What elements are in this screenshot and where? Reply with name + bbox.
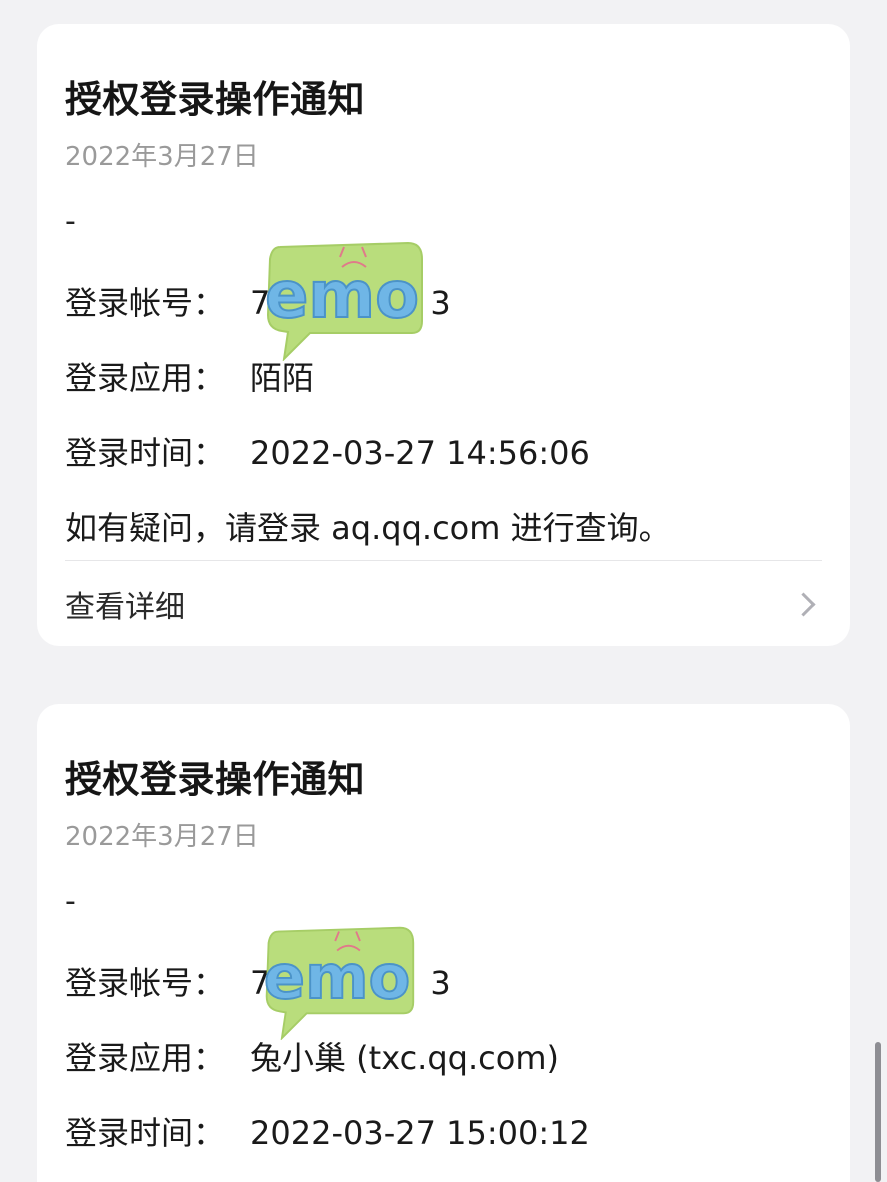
account-value-first: 7 [250, 964, 271, 1002]
app-row: 登录应用： 兔小巢 (txc.qq.com) [65, 1033, 559, 1079]
account-value: 73 [250, 284, 451, 322]
app-value: 兔小巢 (txc.qq.com) [250, 1039, 559, 1077]
notice-text: 如有疑问，请登录 aq.qq.com 进行查询。 [65, 509, 671, 547]
account-row: 登录帐号： 7 3 [65, 278, 451, 324]
time-label: 登录时间： [65, 1114, 226, 1152]
account-row: 登录帐号： 7 3 [65, 958, 451, 1004]
account-label: 登录帐号： [65, 964, 226, 1002]
view-details-link[interactable]: 查看详细 [65, 574, 822, 634]
account-label: 登录帐号： [65, 284, 226, 322]
notification-card: 授权登录操作通知 2022年3月27日 - 登录帐号： 7 3 登录应用： 陌陌 登录… [37, 24, 850, 646]
time-value: 2022-03-27 15:00:12 [250, 1114, 590, 1152]
app-value: 陌陌 [250, 359, 315, 397]
scrollbar[interactable] [875, 1042, 881, 1182]
view-details-label: 查看详细 [65, 590, 185, 625]
account-value-first: 7 [250, 284, 271, 322]
chevron-right-icon [791, 591, 816, 617]
notification-date: 2022年3月27日 [65, 822, 259, 852]
account-value-last: 3 [430, 284, 451, 322]
account-value-last: 3 [430, 964, 451, 1002]
app-row: 登录应用： 陌陌 [65, 353, 314, 399]
app-label: 登录应用： [65, 1039, 226, 1077]
notification-card: 授权登录操作通知 2022年3月27日 - 登录帐号： 7 3 登录应用： 兔小巢 (… [37, 704, 850, 1182]
notification-title: 授权登录操作通知 [65, 78, 365, 121]
time-row: 登录时间： 2022-03-27 15:00:12 [65, 1108, 590, 1154]
time-value: 2022-03-27 14:56:06 [250, 434, 590, 472]
separator-text: - [65, 204, 76, 239]
time-label: 登录时间： [65, 434, 226, 472]
separator-text: - [65, 884, 76, 919]
notification-title: 授权登录操作通知 [65, 758, 365, 801]
time-row: 登录时间： 2022-03-27 14:56:06 [65, 428, 590, 474]
app-label: 登录应用： [65, 359, 226, 397]
account-value: 73 [250, 964, 451, 1002]
divider [65, 560, 822, 561]
notification-date: 2022年3月27日 [65, 142, 259, 172]
message-list[interactable]: 授权登录操作通知 2022年3月27日 - 登录帐号： 7 3 登录应用： 陌陌 登录… [0, 0, 887, 1182]
